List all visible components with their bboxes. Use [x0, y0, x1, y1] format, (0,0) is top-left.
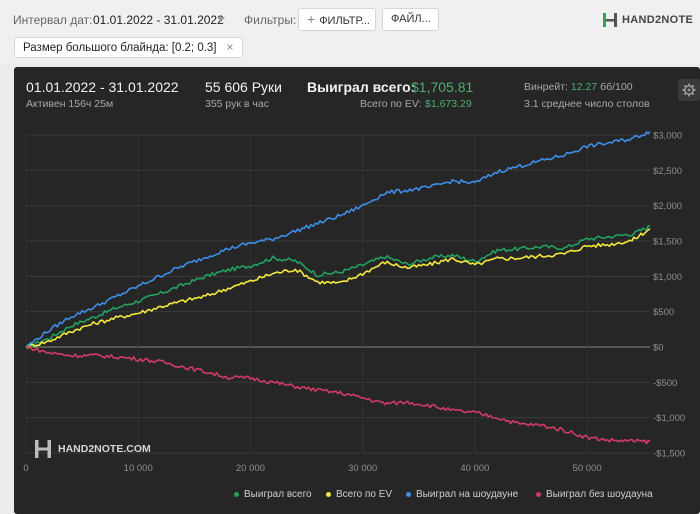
legend-dot-won [234, 492, 239, 497]
chevron-down-icon[interactable] [217, 17, 225, 22]
close-icon[interactable]: × [227, 40, 234, 54]
legend-item-won[interactable]: Выиграл всего [234, 489, 312, 500]
showdown-line [25, 130, 651, 348]
x-tick-label: 50 000 [573, 463, 602, 474]
interval-label: Интервал дат: [13, 13, 93, 27]
y-tick-label: -$500 [653, 378, 677, 389]
legend-label-non-showdown: Выиграл без шоудауна [546, 489, 653, 500]
won-line [25, 225, 651, 348]
legend-item-ev[interactable]: Всего по EV [326, 489, 392, 500]
non-showdown-line [25, 346, 651, 445]
y-tick-label: $2,500 [653, 166, 682, 177]
legend-label-showdown: Выиграл на шоудауне [416, 489, 519, 500]
legend-dot-showdown [406, 492, 411, 497]
logo-text: HAND2NOTE [622, 14, 694, 26]
hand2note-logo-icon [603, 13, 617, 27]
filters-label: Фильтры: [244, 13, 297, 27]
chip-label: Размер большого блайнда: [0.2; 0.3] [23, 42, 217, 54]
x-tick-label: 20 000 [236, 463, 265, 474]
hand2note-logo: HAND2NOTE [602, 10, 693, 30]
legend-dot-ev [326, 492, 331, 497]
x-tick-label: 10 000 [124, 463, 153, 474]
legend-item-non-showdown[interactable]: Выиграл без шоудауна [536, 489, 653, 500]
y-tick-label: $500 [653, 307, 674, 318]
y-tick-label: $3,000 [653, 131, 682, 142]
y-tick-label: -$1,000 [653, 413, 685, 424]
x-tick-label: 40 000 [460, 463, 489, 474]
ev-line [25, 228, 651, 349]
legend-label-won: Выиграл всего [244, 489, 312, 500]
y-tick-label: $1,000 [653, 272, 682, 283]
x-tick-label: 30 000 [348, 463, 377, 474]
active-filter-chip[interactable]: Размер большого блайнда: [0.2; 0.3] × [14, 37, 243, 58]
legend-item-showdown[interactable]: Выиграл на шоудауне [406, 489, 518, 500]
legend-dot-non-showdown [536, 492, 541, 497]
y-tick-label: $2,000 [653, 201, 682, 212]
graph-panel: 01.01.2022 - 31.01.2022 Активен 156ч 25м… [14, 67, 700, 514]
watermark: HAND2NOTE.COM [34, 439, 151, 459]
watermark-text: HAND2NOTE.COM [58, 443, 151, 455]
y-tick-label: -$1,500 [653, 449, 685, 460]
add-filter-label: ФИЛЬТР... [319, 15, 370, 27]
interval-value[interactable]: 01.01.2022 - 31.01.2022 [93, 13, 224, 27]
hand2note-watermark-icon [35, 440, 51, 458]
plus-icon: + [307, 11, 316, 27]
add-filter-button[interactable]: + ФИЛЬТР... [298, 8, 376, 31]
profit-graph: $3,000 $2,500 $2,000 $1,500 $1,000 $500 $0 -$50… [23, 130, 685, 475]
filter-bar: Интервал дат: 01.01.2022 - 31.01.2022 Фи… [0, 0, 700, 64]
y-tick-label: $1,500 [653, 237, 682, 248]
y-tick-label: $0 [653, 343, 664, 354]
file-button[interactable]: ФАЙЛ... [382, 8, 439, 31]
legend-label-ev: Всего по EV [336, 489, 393, 500]
x-tick-label: 0 [23, 463, 28, 474]
